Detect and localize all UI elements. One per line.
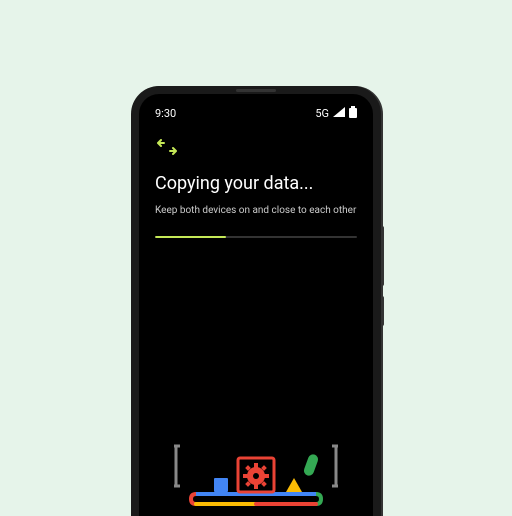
status-right: 5G xyxy=(315,106,357,121)
signal-icon xyxy=(333,107,345,120)
transfer-arrows-icon xyxy=(155,139,357,159)
transfer-illustration xyxy=(139,396,373,516)
phone-power-button xyxy=(381,296,384,326)
progress-fill xyxy=(155,236,226,238)
status-bar: 9:30 5G xyxy=(155,106,357,121)
phone-device-frame: 9:30 5G xyxy=(131,86,381,516)
phone-volume-button xyxy=(381,226,384,286)
status-time: 9:30 xyxy=(155,107,176,120)
battery-icon xyxy=(349,106,357,121)
page-subtitle: Keep both devices on and close to each o… xyxy=(155,204,357,218)
phone-screen: 9:30 5G xyxy=(139,94,373,516)
progress-bar xyxy=(155,236,357,238)
phone-speaker xyxy=(236,89,276,92)
page-title: Copying your data... xyxy=(155,173,357,194)
network-label: 5G xyxy=(315,107,329,120)
